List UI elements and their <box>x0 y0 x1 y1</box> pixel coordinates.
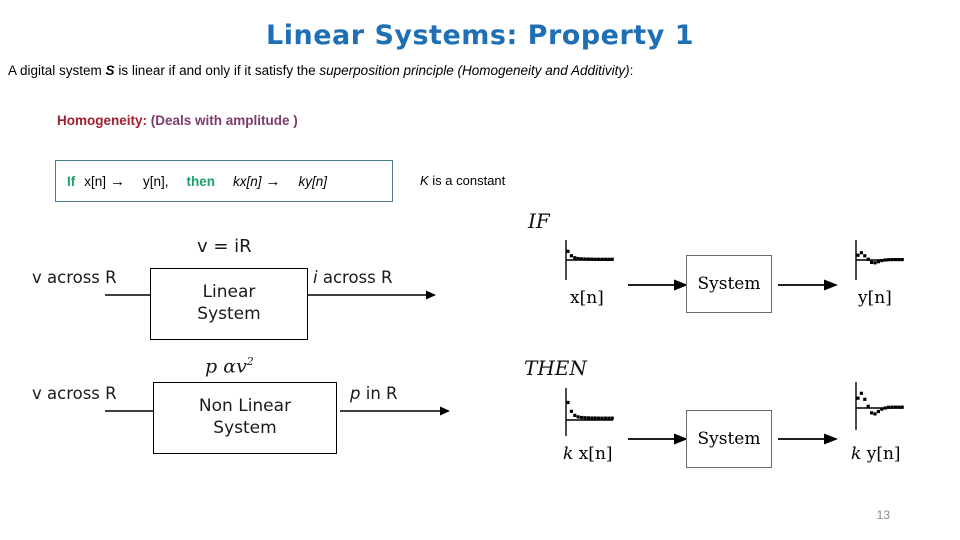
output-signal-name-yn: y[n] <box>858 288 892 308</box>
equation-arrow-1: → <box>110 172 126 190</box>
nonlinear-output-arrow <box>340 406 450 416</box>
input-signal-plot-kxn <box>556 386 614 443</box>
constant-symbol: K <box>420 173 429 188</box>
equation-then-keyword: then <box>186 173 216 189</box>
then-input-arrow <box>628 433 688 445</box>
subtitle-system-symbol: S <box>105 63 115 78</box>
output-signal-label-kyn: k y[n] <box>851 444 901 464</box>
output-signal-label-yn: y[n] <box>858 288 892 308</box>
nonlinear-relation-alpha: α <box>223 355 237 378</box>
page-number: 13 <box>876 508 890 522</box>
linear-output-rest: across R <box>317 268 393 287</box>
linear-output-arrow <box>308 290 436 300</box>
nonlinear-output-symbol: p <box>350 384 361 403</box>
equation-if-keyword: If <box>67 173 76 189</box>
nonlinear-input-label: v across R <box>32 384 117 403</box>
nonlinear-system-box-line1: Non Linear <box>198 396 292 417</box>
homogeneity-equation: If x[n] → y[n], then kx[n] → ky[n] <box>56 173 327 190</box>
constant-note-text: is a constant <box>428 173 506 188</box>
linear-system-box-line2: System <box>197 304 261 324</box>
equation-arrow-2: → <box>265 172 281 190</box>
subtitle-part1: A digital system <box>8 63 106 78</box>
output-signal-prefix-kyn: k <box>851 444 862 464</box>
nonlinear-system-box-line2: System <box>213 418 277 438</box>
nonlinear-output-label: p in R <box>350 384 397 403</box>
linear-output-label: i across R <box>313 268 392 287</box>
then-condition-label: THEN <box>524 356 587 380</box>
if-input-arrow <box>628 279 688 291</box>
input-signal-label-xn: x[n] <box>570 288 604 308</box>
input-signal-plot-xn <box>556 238 614 287</box>
nonlinear-relation-label: p αv2 <box>205 355 254 377</box>
nonlinear-output-rest: in R <box>360 384 398 403</box>
output-signal-name-kyn: y[n] <box>866 444 901 464</box>
linear-system-box-line1: Linear <box>202 282 256 303</box>
output-signal-plot-yn <box>846 238 904 287</box>
nonlinear-relation-p: p <box>205 355 218 378</box>
equation-scaled-output: ky[n] <box>298 173 328 189</box>
page-title: Linear Systems: Property 1 <box>266 20 694 51</box>
if-output-arrow <box>778 279 838 291</box>
homogeneity-label: Homogeneity: <box>57 113 148 128</box>
linear-input-label: v across R <box>32 268 117 287</box>
input-signal-name-xn: x[n] <box>570 288 604 308</box>
linear-relation-label: v = iR <box>197 236 252 257</box>
slide-canvas: Linear Systems: Property 1 A digital sys… <box>0 0 960 540</box>
subtitle-italic-part: superposition principle (Homogeneity and… <box>319 63 630 78</box>
linear-system-box: Linear System <box>150 268 308 340</box>
if-condition-label: IF <box>528 209 550 233</box>
input-signal-prefix-kxn: k <box>563 444 574 464</box>
equation-input: x[n] <box>84 173 107 189</box>
homogeneity-heading: Homogeneity: (Deals with amplitude ) <box>57 113 298 128</box>
equation-output: y[n], <box>143 173 169 189</box>
then-output-arrow <box>778 433 838 445</box>
constant-note: K is a constant <box>420 173 505 188</box>
subtitle-part3: : <box>629 63 634 78</box>
nonlinear-relation-v: v <box>236 355 247 378</box>
homogeneity-equation-box: If x[n] → y[n], then kx[n] → ky[n] <box>55 160 393 202</box>
subtitle-definition: A digital system S is linear if and only… <box>8 63 633 78</box>
input-signal-label-kxn: k x[n] <box>563 444 613 464</box>
homogeneity-note: (Deals with amplitude ) <box>150 113 298 128</box>
equation-scaled-input: kx[n] <box>233 173 262 189</box>
output-signal-plot-kyn <box>846 380 904 437</box>
nonlinear-relation-exponent: 2 <box>246 355 254 368</box>
subtitle-part2: is linear if and only if it satisfy the <box>114 63 320 78</box>
input-signal-name-kxn: x[n] <box>578 444 613 464</box>
nonlinear-system-box: Non Linear System <box>153 382 337 454</box>
system-box-if: System <box>686 255 772 313</box>
system-box-then: System <box>686 410 772 468</box>
